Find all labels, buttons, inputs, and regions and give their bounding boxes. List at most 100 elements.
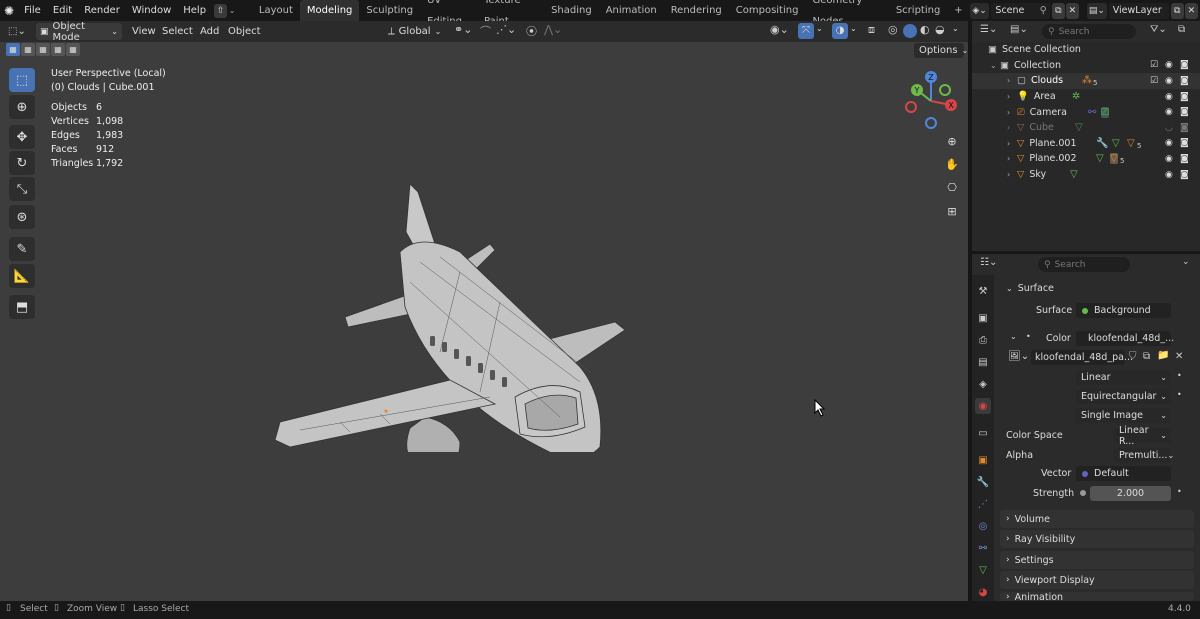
camera-view-icon[interactable]: ⎔ [943,179,961,197]
interpolation-dropdown[interactable]: Linear ⌄ [1076,370,1171,385]
chevron-right-icon[interactable]: › [1007,170,1017,179]
outliner-row-sky[interactable]: › ▽ Sky ▽ ◉ ◙ [972,167,1200,183]
menu-file[interactable]: File [18,0,47,21]
image-browse-icon[interactable]: 🖼⌄ [1008,351,1029,362]
move-tool[interactable]: ✥ [9,125,35,149]
new-collection-icon[interactable]: ⧉ [1178,24,1185,35]
tab-compositing[interactable]: Compositing [729,0,806,21]
rotate-tool[interactable]: ↻ [9,151,35,175]
world-tab-icon[interactable]: ◉ [975,398,991,414]
properties-search-field[interactable]: ⚲ Search [1038,257,1130,272]
physics-tab-icon[interactable]: ◎ [975,518,991,534]
tab-rendering[interactable]: Rendering [664,0,729,21]
image-name-field[interactable]: kloofendal_48d_pa... [1031,350,1133,365]
eye-hidden-icon[interactable]: ◡ [1165,123,1173,133]
view-layer-tab-icon[interactable]: ▤ [975,354,991,370]
viewport-menu-object[interactable]: Object [222,21,267,42]
source-dropdown[interactable]: Single Image ⌄ [1076,408,1171,423]
eye-icon[interactable]: ◉ [1165,154,1173,164]
chevron-right-icon[interactable]: › [1007,139,1017,148]
menu-edit[interactable]: Edit [47,0,78,21]
particles-tab-icon[interactable]: ⋰ [975,496,991,512]
visibility-icon[interactable]: ◉⌄ [770,23,789,36]
modifier-tab-icon[interactable]: 🔧 [975,474,991,490]
options-button[interactable]: Options ⌄ [914,43,968,58]
view-layer-icon[interactable]: ▤⌄ [1087,2,1107,19]
eye-icon[interactable]: ◉ [1165,92,1173,102]
tab-shading[interactable]: Shading [544,0,599,21]
open-folder-icon[interactable]: 📁 [1157,350,1169,361]
scene-icon[interactable]: ◈⌄ [969,2,990,19]
chevron-right-icon[interactable]: › [1007,92,1017,101]
outliner-row-plane-001[interactable]: › ▽ Plane.001 🔧 ▽ ▽ 5 ◉ ◙ [972,136,1200,152]
checkbox-icon[interactable]: ☑ [1150,76,1158,86]
keyframe-dot-icon[interactable]: • [1026,332,1031,341]
eye-icon[interactable]: ◉ [1165,76,1173,86]
tab-animation[interactable]: Animation [599,0,664,21]
color-field[interactable]: kloofendal_48d_... [1076,331,1174,346]
new-view-layer-icon[interactable]: ⧉ [1170,2,1184,19]
strength-field[interactable]: 2.000 [1090,486,1171,501]
ray-visibility-panel-header[interactable]: › Ray Visibility [1000,530,1194,548]
editor-type-icon[interactable]: ⬚⌄ [8,23,32,40]
color-space-dropdown[interactable]: Linear R... ⌄ [1114,425,1171,447]
proportional-editing-icon[interactable]: ⦿ [526,23,537,39]
chevron-down-icon[interactable]: ⌄ [227,6,237,15]
navigation-gizmo[interactable]: Z X Y [900,68,962,130]
camera-render-icon[interactable]: ◙ [1180,60,1189,70]
keyframe-dot-icon[interactable]: • [1177,371,1182,380]
object-tab-icon[interactable]: ▣ [975,452,991,468]
chevron-right-icon[interactable]: › [1007,123,1017,132]
mode-dropdown[interactable]: ▣ Object Mode ⌄ [36,21,122,43]
surface-panel-header[interactable]: ⌄ Surface [1000,279,1194,297]
select-new-icon[interactable]: ▦ [6,43,20,56]
outliner-row-plane-002[interactable]: › ▽ Plane.002 ▽ ▽ 5 ◉ ◙ [972,151,1200,167]
select-intersect-icon[interactable]: ▦ [66,43,80,56]
gizmo-neg-x-axis[interactable] [905,101,917,113]
eye-icon[interactable]: ◉ [1165,138,1173,148]
camera-render-icon[interactable]: ◙ [1180,92,1189,102]
settings-panel-header[interactable]: › Settings [1000,551,1194,569]
remove-view-layer-icon[interactable]: ✕ [1184,2,1198,19]
alpha-dropdown[interactable]: Premulti... ⌄ [1114,448,1174,463]
scene-field[interactable]: Scene ⚲ [991,2,1050,19]
pin-icon[interactable]: ⚲ [1040,3,1050,19]
volume-panel-header[interactable]: › Volume [1000,510,1194,528]
chevron-right-icon[interactable]: › [1007,154,1017,163]
tab-layout[interactable]: Layout [252,0,300,21]
camera-render-icon[interactable]: ◙ [1180,123,1189,133]
constraints-tab-icon[interactable]: ⚯ [975,540,991,556]
camera-render-icon[interactable]: ◙ [1180,138,1189,148]
chevron-down-icon[interactable]: ⌄ [1182,257,1190,267]
pivot-icon[interactable]: ⚭⌄ [454,23,472,36]
remove-scene-icon[interactable]: ✕ [1065,2,1080,19]
chevron-down-icon[interactable]: ⌄ [990,61,1000,70]
scale-tool[interactable]: ⤡ [9,177,35,201]
duplicate-icon[interactable]: ⧉ [1143,351,1150,362]
airplane-model[interactable] [260,172,640,452]
vector-field[interactable]: Default [1076,466,1171,481]
outliner-row-area[interactable]: › 💡 Area ✲ ◉ ◙ [972,89,1200,105]
falloff-icon[interactable]: ⋀⌄ [544,23,562,36]
unlink-icon[interactable]: ✕ [1175,351,1183,362]
chevron-right-icon[interactable]: › [1007,108,1017,117]
camera-render-icon[interactable]: ◙ [1180,76,1189,86]
keyframe-dot-icon[interactable]: • [1177,487,1182,496]
tab-scripting[interactable]: Scripting [889,0,947,21]
outliner-row-cube[interactable]: › ▽ Cube ▽ ◡ ◙ [972,120,1200,136]
pan-hand-icon[interactable]: ✋ [943,156,961,174]
perspective-toggle-icon[interactable]: ⊞ [943,203,961,221]
data-tab-icon[interactable]: ▽ [975,562,991,578]
transform-orientation-dropdown[interactable]: ⟂ Global ⌄ [388,23,450,40]
editor-type-icon[interactable]: ☷⌄ [980,257,997,268]
solid-shading-icon[interactable] [903,24,917,38]
outliner-search-field[interactable]: ⚲ Search [1042,24,1136,39]
output-tab-icon[interactable]: ⎙ [975,332,991,348]
collection-tab-icon[interactable]: ▭ [975,425,991,441]
outliner-row-collection[interactable]: ⌄ ▣ Collection ☑ ◉ ◙ [972,58,1200,74]
chevron-down-icon[interactable]: ⌄ [816,24,823,33]
render-tab-icon[interactable]: ▣ [975,310,991,326]
gizmo-toggle-icon[interactable]: ⤧ [798,23,814,39]
viewport-display-panel-header[interactable]: › Viewport Display [1000,571,1194,589]
tab-sculpting[interactable]: Sculpting [359,0,420,21]
